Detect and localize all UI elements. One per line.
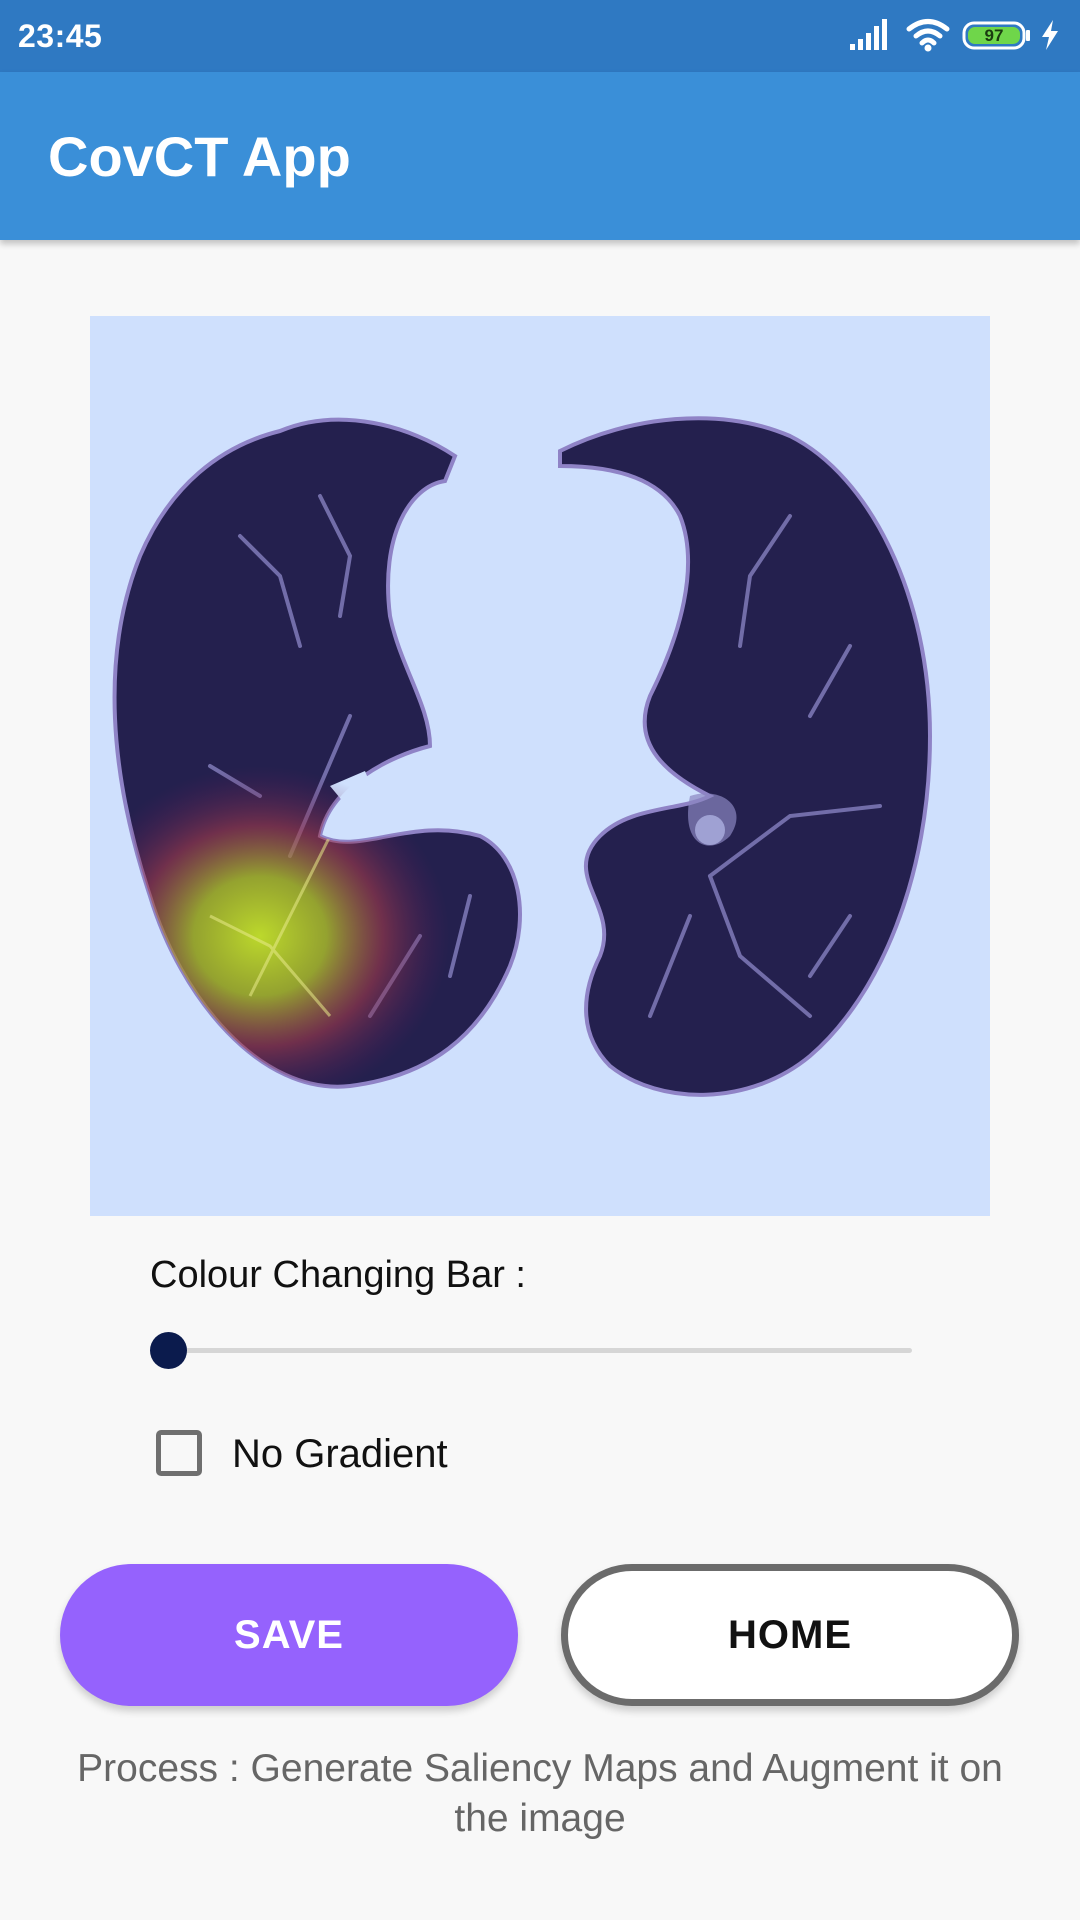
process-description: Process : Generate Saliency Maps and Aug…: [77, 1747, 1003, 1840]
no-gradient-label[interactable]: No Gradient: [232, 1432, 448, 1477]
slider-thumb[interactable]: [150, 1332, 187, 1369]
colour-changing-slider[interactable]: [150, 1330, 912, 1372]
charging-icon: [1042, 20, 1058, 50]
lung-ct-image: [90, 316, 990, 1216]
lung-ct-scan-icon: [112, 416, 933, 1097]
signal-icon: [850, 19, 887, 50]
battery-level: 97: [985, 26, 1004, 45]
screen: 23:45 97 CovCT App Colour Changing Bar:…: [0, 0, 1080, 1920]
app-title: CovCT App: [48, 125, 351, 188]
no-gradient-checkbox-row[interactable]: No Gradient: [156, 1428, 556, 1484]
app-bar: CovCT App: [0, 72, 1080, 240]
battery-icon: 97: [962, 21, 1030, 50]
status-time: 23:45: [18, 18, 103, 54]
no-gradient-checkbox[interactable]: [156, 1430, 202, 1476]
wifi-icon: [906, 19, 950, 52]
slider-track[interactable]: [168, 1348, 912, 1353]
colour-bar-label: Colour Changing Bar :: [150, 1254, 526, 1296]
save-button[interactable]: SAVE: [60, 1564, 518, 1706]
right-lung: [558, 416, 933, 1097]
status-bar: 23:45 97: [0, 0, 1080, 72]
home-button[interactable]: HOME: [561, 1564, 1019, 1706]
